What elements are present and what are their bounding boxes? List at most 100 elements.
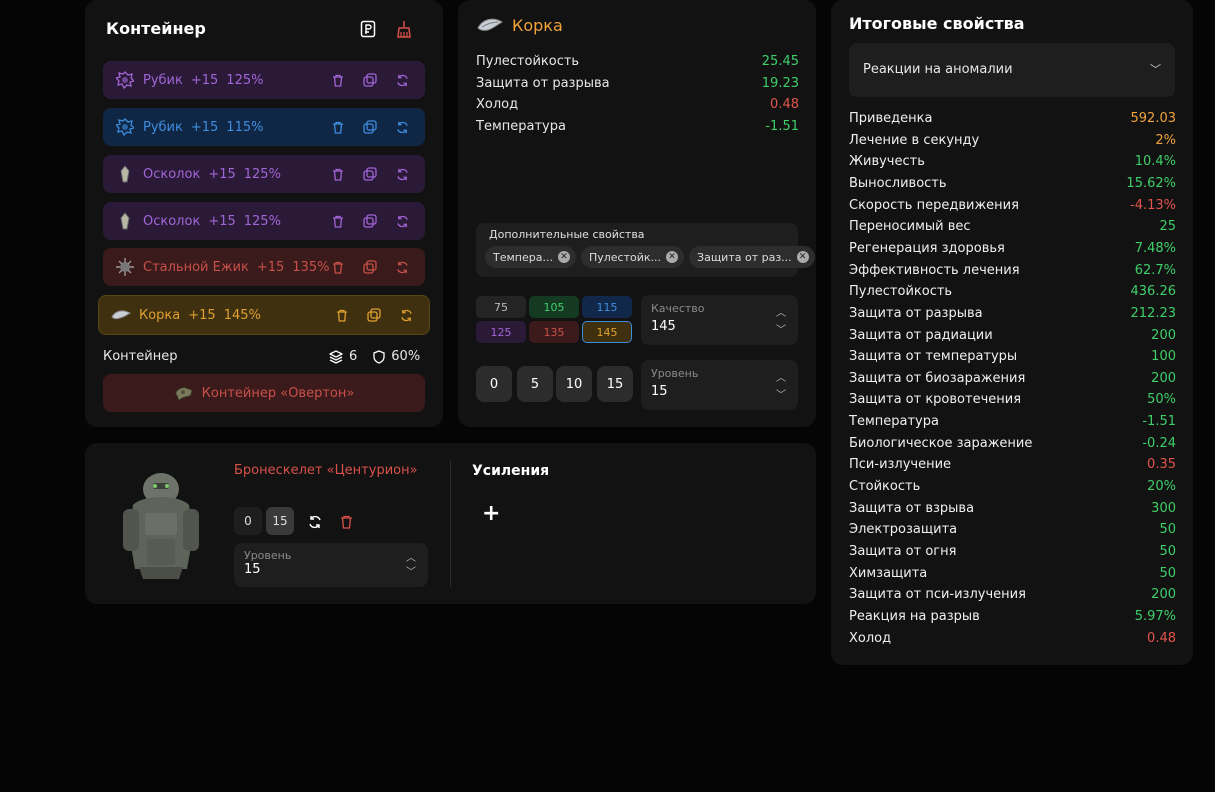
close-icon[interactable]: ✕ bbox=[796, 251, 809, 263]
copy-icon[interactable] bbox=[361, 71, 379, 89]
container-slot[interactable]: Осколок +15 125% bbox=[103, 202, 425, 240]
trash-icon[interactable] bbox=[329, 212, 347, 230]
trash-icon[interactable] bbox=[329, 71, 347, 89]
slot-percent: 135% bbox=[292, 259, 330, 275]
trash-icon[interactable] bbox=[335, 512, 357, 532]
quality-select[interactable]: Качество 145 ︿ ﹀ bbox=[641, 295, 798, 345]
quality-label: Качество bbox=[651, 302, 705, 315]
extra-properties-title: Дополнительные свойства bbox=[489, 228, 645, 241]
stat-value: 20% bbox=[1147, 479, 1176, 495]
level-preset-button[interactable]: 15 bbox=[597, 366, 633, 402]
stat-value: 50 bbox=[1159, 544, 1176, 559]
container-slot[interactable]: Рубик +15 125% bbox=[103, 61, 425, 99]
slot-percent: 125% bbox=[243, 213, 281, 229]
copy-icon[interactable] bbox=[361, 212, 379, 230]
stat-value: 212.23 bbox=[1130, 305, 1177, 321]
level-preset-button[interactable]: 0 bbox=[476, 366, 512, 402]
refresh-icon[interactable] bbox=[304, 512, 326, 532]
quality-option[interactable]: 145 bbox=[582, 321, 632, 343]
broom-icon[interactable] bbox=[393, 18, 415, 40]
container-slot[interactable]: Стальной Ежик +15 135% bbox=[103, 248, 425, 286]
stat-value: 50% bbox=[1147, 392, 1176, 408]
total-stat-row: Защита от пси-излучения 200 bbox=[849, 587, 1176, 607]
refresh-icon[interactable] bbox=[393, 118, 411, 136]
quality-option[interactable]: 75 bbox=[476, 296, 526, 318]
total-stat-row: Эффективность лечения 62.7% bbox=[849, 263, 1176, 283]
total-stat-row: Защита от биозаражения 200 bbox=[849, 371, 1176, 391]
stat-name: Эффективность лечения bbox=[849, 262, 1020, 278]
shield-icon bbox=[373, 349, 385, 364]
quality-option[interactable]: 135 bbox=[529, 321, 579, 343]
quality-option[interactable]: 105 bbox=[529, 296, 579, 318]
property-chip[interactable]: Пулестойк... ✕ bbox=[580, 246, 685, 268]
total-stat-row: Защита от температуры 100 bbox=[849, 349, 1176, 369]
stat-value: -0.24 bbox=[1142, 435, 1176, 451]
stat-name: Защита от радиации bbox=[849, 327, 993, 343]
copy-icon[interactable] bbox=[361, 165, 379, 183]
copy-icon[interactable] bbox=[361, 118, 379, 136]
stat-name: Приведенка bbox=[849, 111, 933, 126]
armor-upgrade-option[interactable]: 15 bbox=[266, 507, 294, 535]
chevron-up-icon[interactable]: ︿ bbox=[406, 549, 416, 564]
container-slot[interactable]: Рубик +15 115% bbox=[103, 108, 425, 146]
level-preset-button[interactable]: 5 bbox=[517, 366, 553, 402]
refresh-icon[interactable] bbox=[393, 71, 411, 89]
trash-icon[interactable] bbox=[329, 165, 347, 183]
capacity-value: 6 bbox=[349, 349, 358, 364]
add-boost-button[interactable]: + bbox=[482, 501, 500, 526]
close-icon[interactable]: ✕ bbox=[557, 251, 570, 263]
property-chip[interactable]: Защита от раз... ✕ bbox=[689, 246, 815, 268]
chevron-up-icon[interactable]: ︿ bbox=[776, 304, 786, 319]
container-item-button[interactable]: Контейнер «Овертон» bbox=[103, 374, 425, 412]
trash-icon[interactable] bbox=[329, 258, 347, 276]
chevron-down-icon[interactable]: ﹀ bbox=[776, 321, 786, 336]
total-properties-title: Итоговые свойства bbox=[849, 14, 1025, 33]
chevron-down-icon[interactable]: ﹀ bbox=[776, 386, 786, 401]
slot-plus: +15 bbox=[208, 166, 236, 182]
copy-icon[interactable] bbox=[365, 306, 383, 324]
stat-value: 25 bbox=[1159, 219, 1176, 235]
chip-label: Темпера... bbox=[493, 250, 553, 264]
artifact-icon bbox=[115, 70, 135, 90]
container-slot[interactable]: Корка +15 145% bbox=[98, 295, 430, 335]
stat-value: 592.03 bbox=[1130, 111, 1177, 126]
property-chip[interactable]: Темпера... ✕ bbox=[485, 246, 576, 268]
total-stat-row: Регенерация здоровья 7.48% bbox=[849, 241, 1176, 261]
refresh-icon[interactable] bbox=[397, 306, 415, 324]
slot-plus: +15 bbox=[190, 72, 219, 88]
artifact-stat-row: Защита от разрыва 19.23 bbox=[476, 76, 799, 91]
level-select[interactable]: Уровень 15 ︿ ﹀ bbox=[641, 360, 798, 410]
stat-value: 0.35 bbox=[1147, 457, 1176, 473]
stat-name: Живучесть bbox=[849, 154, 925, 170]
artifact-stat-row: Температура -1.51 bbox=[476, 119, 799, 134]
total-stat-row: Биологическое заражение -0.24 bbox=[849, 436, 1176, 456]
trash-icon[interactable] bbox=[333, 306, 351, 324]
artifact-stat-row: Холод 0.48 bbox=[476, 97, 799, 112]
stat-name: Защита от биозаражения bbox=[849, 370, 1026, 386]
armor-image bbox=[119, 467, 203, 581]
refresh-icon[interactable] bbox=[393, 165, 411, 183]
quality-option[interactable]: 125 bbox=[476, 321, 526, 343]
stat-value: 15.62% bbox=[1126, 175, 1176, 191]
stat-value: 436.26 bbox=[1130, 284, 1177, 300]
armor-upgrade-option[interactable]: 0 bbox=[234, 507, 262, 535]
copy-icon[interactable] bbox=[361, 258, 379, 276]
chevron-down-icon: ﹀ bbox=[1150, 63, 1161, 76]
refresh-icon[interactable] bbox=[393, 258, 411, 276]
anomaly-dropdown[interactable]: Реакции на аномалии ﹀ bbox=[849, 43, 1175, 97]
stat-value: -4.13% bbox=[1130, 197, 1176, 213]
total-stat-row: Электрозащита 50 bbox=[849, 522, 1176, 542]
quality-value: 145 bbox=[651, 319, 676, 334]
artifact-icon bbox=[115, 117, 135, 137]
chevron-up-icon[interactable]: ︿ bbox=[776, 369, 786, 384]
trash-icon[interactable] bbox=[329, 118, 347, 136]
quality-option[interactable]: 115 bbox=[582, 296, 632, 318]
document-icon[interactable] bbox=[357, 18, 379, 40]
container-slot[interactable]: Осколок +15 125% bbox=[103, 155, 425, 193]
armor-level-select[interactable]: Уровень 15 ︿ ﹀ bbox=[234, 543, 428, 587]
level-preset-button[interactable]: 10 bbox=[556, 366, 592, 402]
refresh-icon[interactable] bbox=[393, 212, 411, 230]
close-icon[interactable]: ✕ bbox=[666, 251, 679, 263]
chevron-down-icon[interactable]: ﹀ bbox=[406, 563, 416, 578]
total-stat-row: Реакция на разрыв 5.97% bbox=[849, 609, 1176, 629]
